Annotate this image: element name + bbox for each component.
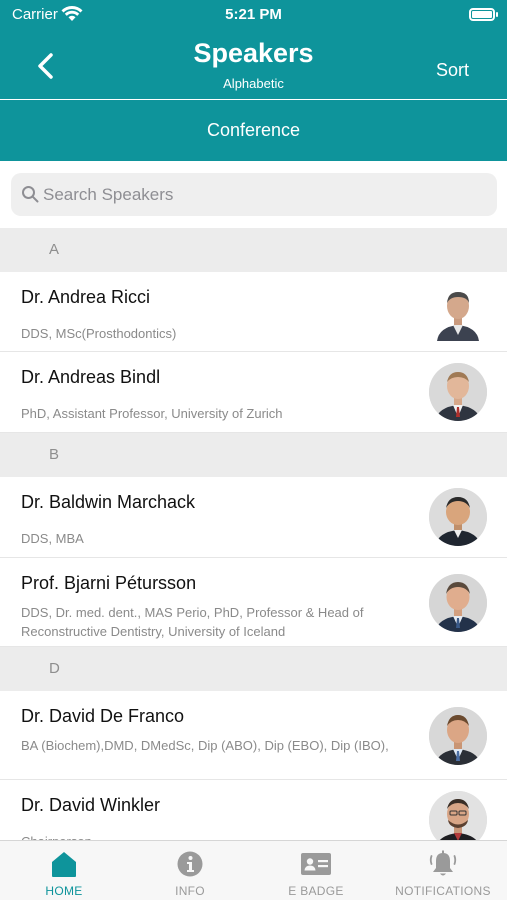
speaker-row[interactable]: Dr. Andreas Bindl PhD, Assistant Profess… — [0, 352, 507, 433]
speaker-photo — [429, 363, 487, 421]
speaker-list[interactable]: A Dr. Andrea Ricci DDS, MSc(Prosthodonti… — [0, 228, 507, 840]
conference-filter[interactable]: Conference — [0, 100, 507, 161]
sort-button[interactable]: Sort — [436, 60, 469, 81]
speaker-credentials: Chairperson — [21, 832, 406, 840]
speaker-name: Dr. Andreas Bindl — [21, 367, 161, 387]
bell-icon — [429, 850, 457, 876]
speaker-credentials: PhD, Assistant Professor, University of … — [21, 406, 283, 421]
speaker-credentials: DDS, MSc(Prosthodontics) — [21, 326, 177, 341]
speaker-name: Dr. David De Franco — [21, 706, 185, 726]
tab-label: E BADGE — [288, 884, 344, 898]
page-title: Speakers — [193, 38, 314, 68]
speaker-name: Dr. David Winkler — [21, 795, 161, 815]
nav-bar: Speakers Alphabetic Sort — [0, 32, 507, 99]
speaker-row[interactable]: Dr. David Winkler Chairperson — [0, 780, 507, 840]
search-box[interactable] — [11, 173, 497, 216]
badge-icon — [301, 853, 331, 875]
speaker-photo — [429, 283, 487, 341]
section-header-a: A — [0, 228, 507, 272]
status-bar: Carrier 5:21 PM — [0, 0, 507, 32]
tab-label: NOTIFICATIONS — [395, 884, 491, 898]
search-input[interactable] — [43, 173, 483, 216]
speaker-credentials: BA (Biochem),DMD, DMedSc, Dip (ABO), Dip… — [21, 738, 389, 753]
tab-label: INFO — [175, 884, 205, 898]
tab-bar: HOME INFO E BADGE NOTIFICATIONS — [0, 840, 507, 900]
battery-tip — [496, 12, 498, 17]
tab-info[interactable]: INFO — [127, 841, 253, 900]
speaker-row[interactable]: Dr. David De Franco BA (Biochem),DMD, DM… — [0, 691, 507, 780]
tab-notifications[interactable]: NOTIFICATIONS — [380, 841, 506, 900]
search-area — [0, 161, 507, 228]
tab-label: HOME — [45, 884, 83, 898]
search-icon — [22, 186, 39, 203]
page-subtitle: Alphabetic — [223, 76, 284, 91]
speaker-photo — [429, 707, 487, 765]
battery-icon — [469, 8, 495, 21]
speaker-row[interactable]: Dr. Baldwin Marchack DDS, MBA — [0, 477, 507, 558]
speaker-photo — [429, 791, 487, 840]
tab-e-badge[interactable]: E BADGE — [253, 841, 379, 900]
speaker-name: Dr. Baldwin Marchack — [21, 492, 196, 512]
speaker-name: Prof. Bjarni Pétursson — [21, 573, 197, 593]
speaker-name: Dr. Andrea Ricci — [21, 287, 151, 307]
speaker-credentials: DDS, MBA — [21, 531, 84, 546]
speaker-credentials: DDS, Dr. med. dent., MAS Perio, PhD, Pro… — [21, 605, 364, 639]
section-header-d: D — [0, 647, 507, 691]
clock: 5:21 PM — [225, 6, 282, 23]
speaker-row[interactable]: Dr. Andrea Ricci DDS, MSc(Prosthodontics… — [0, 272, 507, 352]
speaker-row[interactable]: Prof. Bjarni Pétursson DDS, Dr. med. den… — [0, 558, 507, 647]
home-icon — [52, 852, 76, 877]
speaker-photo — [429, 488, 487, 546]
info-icon — [177, 851, 203, 877]
section-header-b: B — [0, 433, 507, 477]
speaker-photo — [429, 574, 487, 632]
tab-home[interactable]: HOME — [1, 841, 127, 900]
